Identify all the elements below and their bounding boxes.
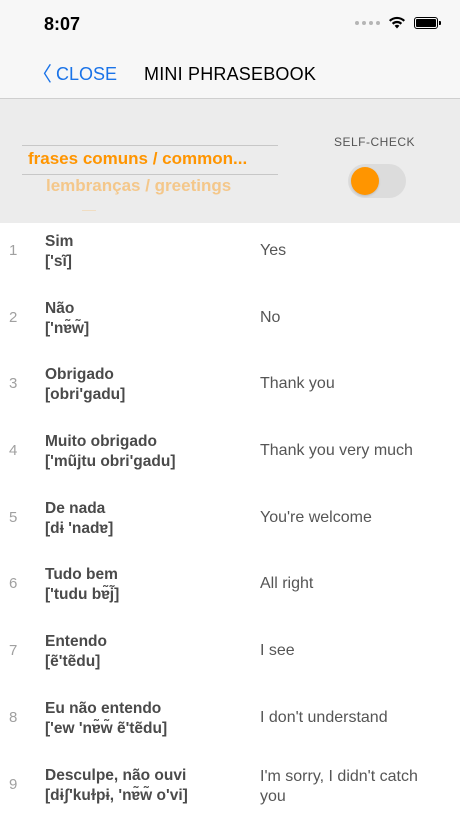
phrase-english: All right xyxy=(260,574,440,594)
picker-divider-top xyxy=(22,145,278,146)
phrase-portuguese: Obrigado[obri'gadu] xyxy=(45,365,125,405)
phrase-row[interactable]: 6 Tudo bem['tudu bɐ̃j̃] All right xyxy=(0,557,460,624)
battery-icon xyxy=(414,17,438,29)
wifi-icon xyxy=(388,16,406,29)
phrase-list: 1 Sim['sĩ] Yes 2 Não['nɐ̃w̃] No 3 Obriga… xyxy=(0,224,460,824)
phrase-number: 2 xyxy=(9,309,17,326)
close-label: CLOSE xyxy=(56,64,117,85)
phrase-portuguese: Muito obrigado['mũjtu obri'gadu] xyxy=(45,432,176,472)
phrase-portuguese: Entendo[ẽ'tẽdu] xyxy=(45,632,107,672)
phrase-number: 8 xyxy=(9,709,17,726)
controls-panel: frases comuns / common... lembranças / g… xyxy=(0,99,460,223)
phrase-row[interactable]: 9 Desculpe, não ouvi[dɨʃ'kuɫpɨ, 'nɐ̃w̃ o… xyxy=(0,758,460,824)
navigation-bar: 〈 CLOSE MINI PHRASEBOOK xyxy=(0,50,460,99)
phrase-portuguese: Não['nɐ̃w̃] xyxy=(45,299,89,339)
self-check-toggle[interactable] xyxy=(348,164,406,198)
picker-next-item[interactable]: lembranças / greetings xyxy=(46,176,231,196)
phrase-number: 3 xyxy=(9,375,17,392)
phrase-number: 6 xyxy=(9,575,17,592)
phrase-english: No xyxy=(260,308,440,328)
chevron-left-icon: 〈 xyxy=(32,66,52,84)
category-picker[interactable]: frases comuns / common... lembranças / g… xyxy=(22,143,280,213)
phrase-english: Thank you very much xyxy=(260,441,440,461)
phrase-row[interactable]: 2 Não['nɐ̃w̃] No xyxy=(0,291,460,358)
phrase-row[interactable]: 4 Muito obrigado['mũjtu obri'gadu] Thank… xyxy=(0,424,460,491)
picker-selected-item[interactable]: frases comuns / common... xyxy=(28,149,247,169)
picker-next-item-2[interactable]: — xyxy=(82,201,96,213)
phrase-number: 9 xyxy=(9,776,17,793)
phrase-portuguese: Eu não entendo['ew 'nɐ̃w̃ ẽ'tẽdu] xyxy=(45,699,167,739)
status-bar: 8:07 xyxy=(0,0,460,50)
phrase-portuguese: Desculpe, não ouvi[dɨʃ'kuɫpɨ, 'nɐ̃w̃ o'v… xyxy=(45,766,188,806)
close-button[interactable]: 〈 CLOSE xyxy=(32,64,117,85)
phrase-portuguese: Sim['sĩ] xyxy=(45,232,73,272)
cellular-signal-icon xyxy=(355,21,380,25)
status-time: 8:07 xyxy=(44,14,80,35)
picker-divider-bottom xyxy=(22,174,278,175)
self-check-label: SELF-CHECK xyxy=(334,135,415,149)
phrase-number: 1 xyxy=(9,242,17,259)
phrase-portuguese: De nada[dɨ 'nadɐ] xyxy=(45,499,113,539)
phrase-row[interactable]: 8 Eu não entendo['ew 'nɐ̃w̃ ẽ'tẽdu] I do… xyxy=(0,691,460,758)
phrase-number: 4 xyxy=(9,442,17,459)
phrase-row[interactable]: 1 Sim['sĩ] Yes xyxy=(0,224,460,291)
phrase-number: 7 xyxy=(9,642,17,659)
phrase-row[interactable]: 3 Obrigado[obri'gadu] Thank you xyxy=(0,357,460,424)
phrase-row[interactable]: 5 De nada[dɨ 'nadɐ] You're welcome xyxy=(0,491,460,558)
phrase-number: 5 xyxy=(9,509,17,526)
phrase-english: I don't understand xyxy=(260,708,440,728)
phrase-english: I'm sorry, I didn't catch you xyxy=(260,767,440,807)
phrase-english: You're welcome xyxy=(260,508,440,528)
phrase-row[interactable]: 7 Entendo[ẽ'tẽdu] I see xyxy=(0,624,460,691)
status-icons xyxy=(355,16,438,29)
toggle-knob xyxy=(351,167,379,195)
phrase-english: I see xyxy=(260,641,440,661)
page-title: MINI PHRASEBOOK xyxy=(144,64,316,85)
phrase-portuguese: Tudo bem['tudu bɐ̃j̃] xyxy=(45,565,119,605)
phrase-english: Thank you xyxy=(260,374,440,394)
phrase-english: Yes xyxy=(260,241,440,261)
